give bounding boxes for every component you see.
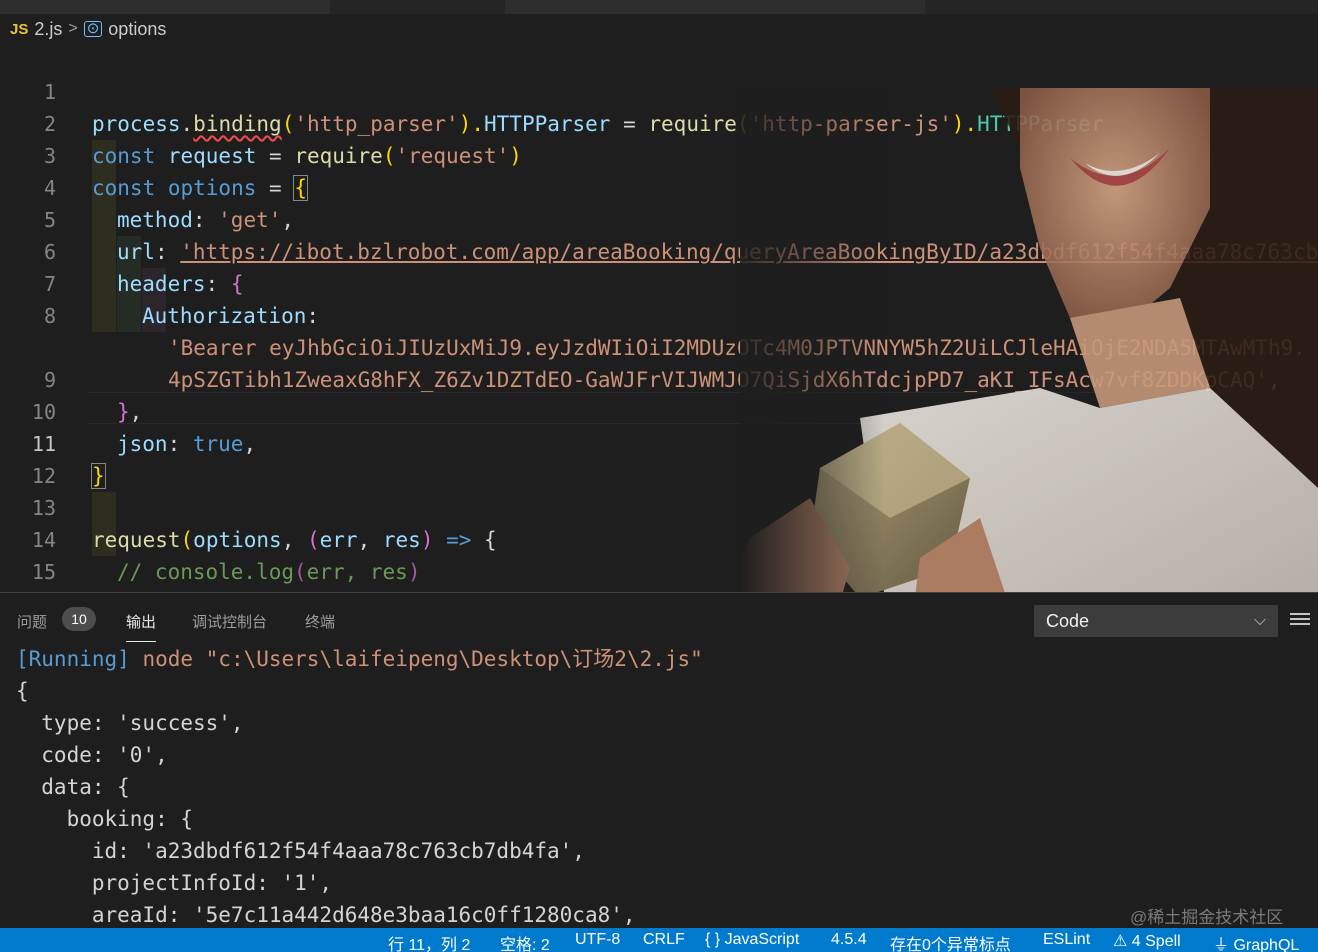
javascript-file-icon: JS: [10, 20, 29, 38]
status-cursor-position[interactable]: 行 11，列 2: [388, 931, 470, 952]
bottom-panel: 问题 10 输出 调试控制台 终端 Code ⌵ [Running] node …: [0, 592, 1318, 928]
status-eslint[interactable]: ESLint: [1043, 931, 1090, 949]
chevron-right-icon: >: [68, 20, 78, 37]
status-eol[interactable]: CRLF: [643, 931, 685, 949]
output-text: node: [129, 647, 206, 671]
code-line: 8 'Bearer eyJhbGciOiJIUzUxMiJ9.eyJzdWIiO…: [0, 268, 1318, 360]
breadcrumb-file[interactable]: 2.js: [34, 19, 62, 40]
status-ts-version[interactable]: 4.5.4: [831, 931, 867, 949]
output-text: "c:\Users\laifeipeng\Desktop\订场2\2.js": [205, 647, 703, 671]
tab-output[interactable]: 输出: [126, 611, 157, 642]
code-line: 12: [0, 428, 1318, 488]
output-line: booking: {: [16, 807, 194, 831]
code-line: 9 },: [0, 332, 1318, 424]
code-line: 5 url: 'https://ibot.bzlrobot.com/app/ar…: [0, 172, 1318, 264]
variable-symbol-icon: ⊙: [83, 21, 103, 37]
running-tag: [Running]: [16, 647, 130, 671]
panel-tab-bar: 问题 10 输出 调试控制台 终端 Code ⌵: [0, 593, 1318, 645]
output-channel-value: Code: [1046, 611, 1090, 631]
status-graphql-label: GraphQL: [1233, 937, 1300, 952]
status-spell[interactable]: ⚠ 4 Spell: [1113, 931, 1181, 951]
problems-count-badge: 10: [62, 607, 96, 631]
output-line: [Running] node "c:\Users\laifeipeng\Desk…: [16, 643, 703, 675]
tab-debug-console[interactable]: 调试控制台: [192, 611, 267, 632]
output-line: projectInfoId: '1',: [16, 871, 333, 895]
code-line: 13 request(options, (err, res) => {: [0, 460, 1318, 552]
tab-problems[interactable]: 问题: [17, 611, 47, 632]
code-line-wrapped: 4pSZGTibh1ZweaxG8hFX_Z6Zv1DZTdEO-GaWJFrV…: [0, 300, 1318, 392]
status-language-mode[interactable]: { } JavaScript: [705, 931, 799, 949]
code-line: 4 method: 'get',: [0, 140, 1318, 232]
plug-icon: ⏚: [1213, 937, 1230, 952]
output-line: type: 'success',: [16, 711, 244, 735]
output-line: {: [16, 679, 29, 703]
status-bar: 行 11，列 2 空格: 2 UTF-8 CRLF { } JavaScript…: [0, 928, 1318, 952]
code-line: 10 json: true,: [0, 364, 1318, 456]
watermark: @稀土掘金技术社区: [1130, 908, 1284, 927]
code-line: 11 }: [0, 396, 1318, 489]
breadcrumb-symbol[interactable]: options: [108, 19, 166, 40]
output-line: areaId: '5e7c11a442d648e3baa16c0ff1280ca…: [16, 903, 636, 927]
editor-tab[interactable]: [505, 0, 925, 14]
code-line: 1 process.binding('http_parser').HTTPPar…: [0, 44, 1318, 136]
code-line: 2 const request = require('request'): [0, 76, 1318, 168]
code-editor[interactable]: 1 process.binding('http_parser').HTTPPar…: [0, 44, 1318, 592]
status-exception-markers[interactable]: 存在0个异常标点: [890, 931, 1011, 952]
breadcrumb: JS 2.js > ⊙ options: [0, 14, 1318, 44]
chevron-down-icon: ⌵: [1253, 612, 1266, 629]
output-line: code: '0',: [16, 743, 168, 767]
code-line: 3 const options = {: [0, 108, 1318, 201]
editor-tab[interactable]: [0, 0, 330, 14]
code-line: 14 // console.log(err, res): [0, 492, 1318, 584]
code-line: 16 }): [0, 556, 1318, 588]
output-line: data: {: [16, 775, 130, 799]
editor-tab-strip: [0, 0, 1318, 14]
output-line: id: 'a23dbdf612f54f4aaa78c763cb7db4fa',: [16, 839, 585, 863]
status-indentation[interactable]: 空格: 2: [500, 931, 550, 952]
code-line: 6 headers: {: [0, 204, 1318, 296]
tab-terminal[interactable]: 终端: [305, 611, 335, 632]
status-encoding[interactable]: UTF-8: [575, 931, 620, 949]
list-menu-icon[interactable]: [1290, 613, 1310, 629]
status-graphql[interactable]: ⏚ GraphQL: [1213, 931, 1299, 952]
code-line: 15 console.log(res.body): [0, 524, 1318, 584]
code-line: 7 Authorization:: [0, 236, 1318, 328]
output-channel-select[interactable]: Code ⌵: [1034, 605, 1278, 637]
